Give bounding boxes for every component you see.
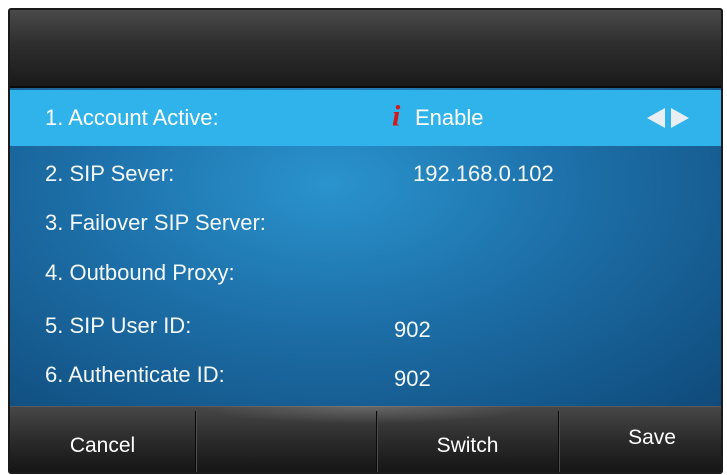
cancel-button[interactable]: Cancel xyxy=(10,407,195,472)
setting-row-failover-sip-server[interactable]: 3. Failover SIP Server: xyxy=(10,195,721,251)
switch-button[interactable]: Switch xyxy=(377,407,558,472)
setting-row-sip-user-id[interactable]: 5. SIP User ID: 902 xyxy=(10,298,721,354)
left-right-arrows-icon[interactable] xyxy=(645,107,691,129)
setting-label: 5. SIP User ID: xyxy=(45,313,192,338)
setting-row-authenticate-id[interactable]: 6. Authenticate ID: 902 xyxy=(10,347,721,403)
setting-label: 6. Authenticate ID: xyxy=(45,362,225,387)
info-icon: i xyxy=(392,99,401,133)
setting-label: 2. SIP Sever: xyxy=(45,161,175,186)
title-bar xyxy=(10,10,721,88)
setting-value: 902 xyxy=(394,366,431,392)
softkey-bar: Cancel Switch Save xyxy=(10,406,721,472)
cancel-button-label: Cancel xyxy=(69,434,136,457)
setting-label: 3. Failover SIP Server: xyxy=(45,210,266,235)
setting-label: 1. Account Active: xyxy=(45,105,219,130)
settings-list: 1. Account Active: i Enable 2. SIP Sever… xyxy=(10,88,721,406)
blank-softkey[interactable] xyxy=(196,407,376,472)
setting-value: 902 xyxy=(394,317,431,343)
setting-row-outbound-proxy[interactable]: 4. Outbound Proxy: xyxy=(10,245,721,301)
save-button[interactable]: Save xyxy=(559,407,721,472)
phone-screen: 1. Account Active: i Enable 2. SIP Sever… xyxy=(8,8,723,474)
setting-row-sip-server[interactable]: 2. SIP Sever: 192.168.0.102 xyxy=(10,146,721,202)
setting-value: 192.168.0.102 xyxy=(413,161,554,186)
setting-label: 4. Outbound Proxy: xyxy=(45,260,235,285)
setting-value: Enable xyxy=(415,105,484,130)
switch-button-label: Switch xyxy=(436,434,499,457)
setting-row-account-active[interactable]: 1. Account Active: i Enable xyxy=(10,90,721,146)
save-button-label: Save xyxy=(628,426,676,449)
